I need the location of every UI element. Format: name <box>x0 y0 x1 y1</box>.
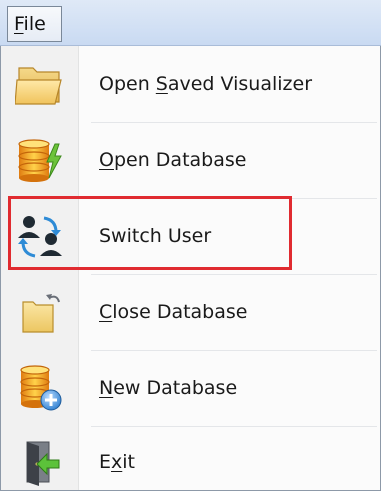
menu-item-open-saved-visualizer[interactable]: Open Saved Visualizer <box>1 46 380 122</box>
menu-bar: File <box>0 0 381 46</box>
menu-item-label: Open Saved Visualizer <box>99 73 313 95</box>
file-menu[interactable]: File <box>7 6 62 42</box>
menu-item-label: Close Database <box>99 301 248 323</box>
app-window: File Open Saved Visualizer Open Database… <box>0 0 381 491</box>
menu-item-label: New Database <box>99 377 238 399</box>
menu-item-label: Exit <box>99 451 135 473</box>
database-lightning-icon <box>15 136 67 184</box>
folder-open-icon <box>14 60 67 108</box>
file-menu-mnemonic: F <box>14 13 24 35</box>
menu-item-close-database[interactable]: Close Database <box>1 274 380 350</box>
menu-item-label: Open Database <box>99 149 247 171</box>
file-dropdown-menu: Open Saved Visualizer Open Database Swit… <box>0 46 381 491</box>
database-add-icon <box>15 364 67 412</box>
menu-item-open-database[interactable]: Open Database <box>1 122 380 198</box>
exit-door-icon <box>15 438 67 486</box>
menu-item-new-database[interactable]: New Database <box>1 350 380 426</box>
file-menu-label-rest: ile <box>23 13 46 35</box>
menu-item-exit[interactable]: Exit <box>1 424 380 491</box>
switch-user-highlight-box <box>8 196 292 270</box>
folder-close-icon <box>15 288 67 336</box>
